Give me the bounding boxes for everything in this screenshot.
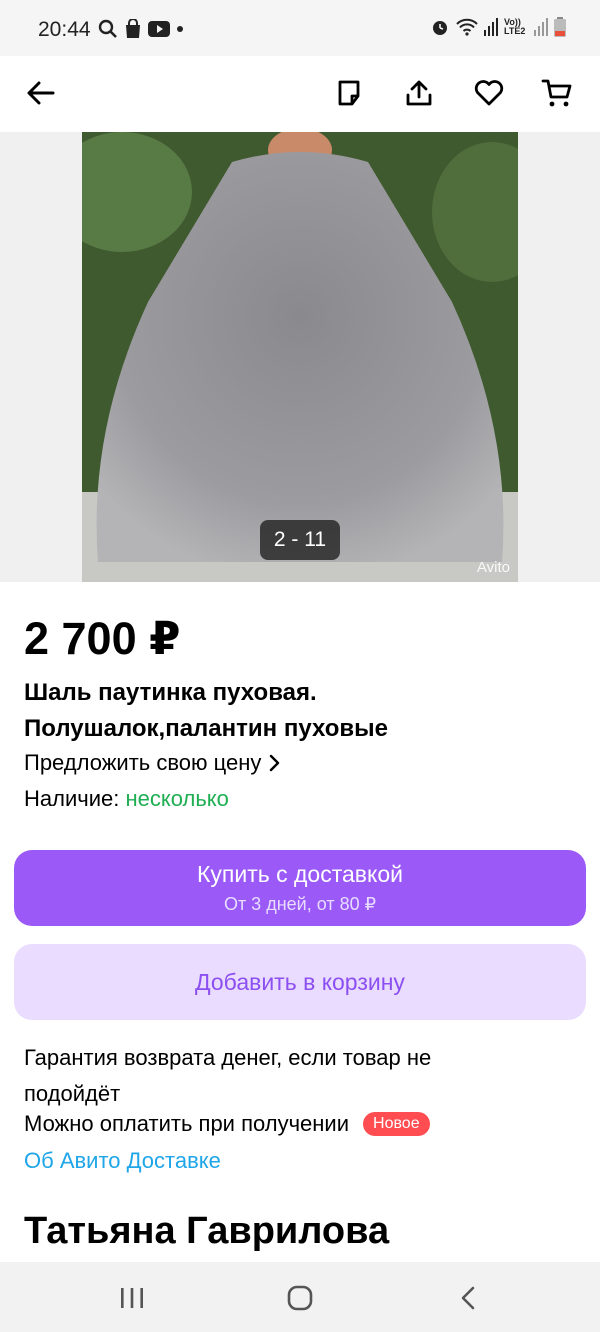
note-icon [338, 80, 360, 106]
money-back-guarantee: Гарантия возврата денег, если товар не п… [24, 1045, 432, 1106]
offer-price-label: Предложить свою цену [24, 750, 262, 775]
dot-icon [177, 26, 183, 32]
alarm-icon [433, 21, 447, 35]
share-button[interactable] [396, 70, 442, 116]
availability-value: несколько [125, 786, 229, 811]
status-time: 20:44 [38, 18, 91, 41]
back-nav-button[interactable] [446, 1276, 490, 1320]
price: 2 700 ₽ [24, 613, 181, 664]
signal-icon [534, 18, 548, 36]
avito-watermark: Avito [476, 559, 510, 576]
product-title: Шаль паутинка пуховая. Полушалок,паланти… [24, 679, 388, 742]
status-bar: 20:44 Vo)) LTE2 [0, 0, 600, 56]
buy-button-sublabel: От 3 дней, от 80 ₽ [223, 894, 377, 914]
buy-button-label: Купить с доставкой [197, 861, 403, 887]
home-icon [287, 1285, 313, 1311]
home-button[interactable] [278, 1276, 322, 1320]
offer-price-link[interactable]: Предложить свою цену [24, 750, 281, 776]
back-button[interactable] [18, 70, 64, 116]
system-nav-bar [0, 1262, 600, 1332]
availability: Наличие: несколько [24, 786, 229, 812]
photo-counter: 2 - 11 [260, 520, 340, 560]
wifi-icon [456, 18, 478, 36]
recent-apps-button[interactable] [110, 1276, 154, 1320]
chevron-right-icon [270, 754, 280, 772]
cart-button[interactable] [534, 70, 580, 116]
add-to-cart-button[interactable]: Добавить в корзину [14, 944, 586, 1020]
bag-icon [126, 19, 140, 38]
product-photo[interactable]: Avito [82, 132, 518, 582]
recent-apps-icon [121, 1288, 143, 1308]
status-left-icons [98, 19, 184, 39]
favorite-button[interactable] [466, 70, 512, 116]
battery-icon [554, 17, 566, 37]
shawl-image [82, 132, 518, 582]
new-badge: Новое [363, 1112, 430, 1136]
seller-name[interactable]: Татьяна Гаврилова [24, 1210, 389, 1253]
status-right-icons: Vo)) LTE2 [430, 17, 566, 37]
avito-delivery-link[interactable]: Об Авито Доставке [24, 1148, 221, 1174]
photo-gallery[interactable]: Avito 2 - 11 [0, 132, 600, 582]
heart-icon [474, 80, 504, 106]
note-button[interactable] [326, 70, 372, 116]
availability-label: Наличие: [24, 786, 120, 811]
back-arrow-icon [27, 81, 55, 105]
buy-with-delivery-button[interactable]: Купить с доставкой От 3 дней, от 80 ₽ [14, 850, 586, 926]
signal-icon [484, 18, 498, 36]
back-chevron-icon [461, 1286, 475, 1310]
youtube-icon [148, 21, 170, 37]
pay-on-receipt-label: Можно оплатить при получении [24, 1111, 350, 1136]
volte-icon: Vo)) LTE2 [504, 17, 526, 36]
cart-icon [541, 79, 572, 107]
pay-on-receipt: Можно оплатить при получении Новое [24, 1111, 430, 1137]
toolbar [0, 56, 600, 132]
search-icon [98, 19, 117, 38]
share-icon [406, 80, 432, 106]
